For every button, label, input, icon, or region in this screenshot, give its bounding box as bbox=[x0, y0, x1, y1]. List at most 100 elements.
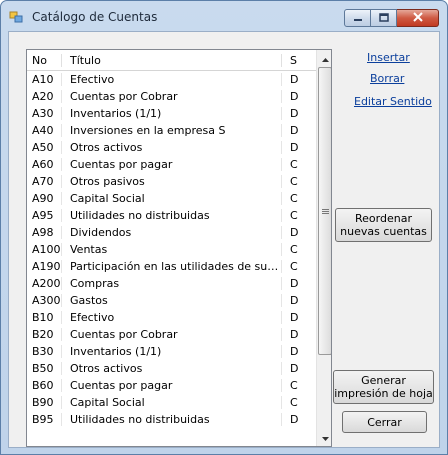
cell-account-no: A10 bbox=[32, 73, 54, 86]
scroll-up-button[interactable] bbox=[317, 50, 331, 67]
cell-account-title: Cuentas por pagar bbox=[61, 379, 281, 392]
cell-account-no: B50 bbox=[32, 362, 54, 375]
reorder-label-line2: nuevas cuentas bbox=[340, 225, 427, 238]
table-row[interactable]: A70 Otros pasivos C bbox=[27, 173, 316, 190]
generate-print-button[interactable]: Generar impresión de hoja bbox=[333, 370, 434, 404]
table-row[interactable]: B95 Utilidades no distribuidas D bbox=[27, 411, 316, 428]
cell-account-no: A300 bbox=[32, 294, 61, 307]
chevron-up-icon bbox=[321, 52, 329, 65]
vertical-scrollbar[interactable] bbox=[316, 50, 331, 446]
minimize-button[interactable] bbox=[344, 9, 371, 27]
cell-account-no: A50 bbox=[32, 141, 54, 154]
table-row[interactable]: B30 Inventarios (1/1) D bbox=[27, 343, 316, 360]
scroll-down-button[interactable] bbox=[317, 429, 331, 446]
table-row[interactable]: A50 Otros activos D bbox=[27, 139, 316, 156]
table-row[interactable]: A10 Efectivo D bbox=[27, 71, 316, 88]
table-row[interactable]: A190 Participación en las utilidades de s… bbox=[27, 258, 316, 275]
table-row[interactable]: A30 Inventarios (1/1) D bbox=[27, 105, 316, 122]
delete-link[interactable]: Borrar bbox=[370, 72, 404, 85]
cell-account-title: Efectivo bbox=[61, 73, 281, 86]
cell-account-sense: C bbox=[281, 260, 316, 273]
accounts-grid[interactable]: No Título S A10 Efectivo D A20 Cuentas por C… bbox=[26, 49, 332, 447]
cell-account-sense: D bbox=[281, 345, 316, 358]
scroll-thumb[interactable] bbox=[318, 67, 331, 355]
close-button[interactable]: Cerrar bbox=[342, 411, 427, 433]
cell-account-no: A90 bbox=[32, 192, 54, 205]
chevron-down-icon bbox=[321, 431, 329, 444]
cell-account-no: A95 bbox=[32, 209, 54, 222]
table-row[interactable]: B90 Capital Social C bbox=[27, 394, 316, 411]
maximize-icon bbox=[378, 12, 389, 25]
cell-account-sense: D bbox=[281, 362, 316, 375]
column-header-title[interactable]: Título bbox=[61, 53, 281, 67]
cell-account-sense: C bbox=[281, 243, 316, 256]
cell-account-no: A100 bbox=[32, 243, 61, 256]
table-row[interactable]: A300 Gastos D bbox=[27, 292, 316, 309]
reorder-accounts-button[interactable]: Reordenar nuevas cuentas bbox=[335, 208, 432, 242]
title-bar[interactable]: Catálogo de Cuentas bbox=[1, 1, 447, 31]
cell-account-title: Capital Social bbox=[61, 396, 281, 409]
cell-account-title: Dividendos bbox=[61, 226, 281, 239]
table-row[interactable]: A98 Dividendos D bbox=[27, 224, 316, 241]
cell-account-sense: D bbox=[281, 73, 316, 86]
cell-account-sense: D bbox=[281, 141, 316, 154]
table-row[interactable]: B50 Otros activos D bbox=[27, 360, 316, 377]
table-row[interactable]: A90 Capital Social C bbox=[27, 190, 316, 207]
cell-account-title: Cuentas por pagar bbox=[61, 158, 281, 171]
cell-account-title: Inventarios (1/1) bbox=[61, 345, 281, 358]
window-content: No Título S A10 Efectivo D A20 Cuentas por C… bbox=[8, 31, 440, 448]
reorder-label-line1: Reordenar bbox=[355, 212, 412, 225]
cell-account-no: A70 bbox=[32, 175, 54, 188]
cell-account-no: A40 bbox=[32, 124, 54, 137]
grip-icon bbox=[321, 205, 329, 218]
cell-account-no: B10 bbox=[32, 311, 54, 324]
cell-account-no: A20 bbox=[32, 90, 54, 103]
cell-account-title: Participación en las utilidades de subsi… bbox=[61, 260, 281, 273]
minimize-icon bbox=[353, 12, 363, 25]
cell-account-no: B95 bbox=[32, 413, 54, 426]
cell-account-sense: C bbox=[281, 209, 316, 222]
cell-account-sense: C bbox=[281, 192, 316, 205]
table-row[interactable]: A100 Ventas C bbox=[27, 241, 316, 258]
table-row[interactable]: A40 Inversiones en la empresa SD bbox=[27, 122, 316, 139]
cell-account-sense: D bbox=[281, 90, 316, 103]
cell-account-sense: D bbox=[281, 277, 316, 290]
cell-account-sense: D bbox=[281, 311, 316, 324]
grid-header: No Título S bbox=[27, 50, 316, 71]
app-icon bbox=[9, 10, 23, 24]
cell-account-no: A30 bbox=[32, 107, 54, 120]
cell-account-title: Cuentas por Cobrar bbox=[61, 90, 281, 103]
maximize-button[interactable] bbox=[371, 9, 397, 27]
column-header-s[interactable]: S bbox=[281, 53, 316, 67]
column-header-no[interactable]: No bbox=[27, 54, 61, 67]
cell-account-sense: D bbox=[281, 107, 316, 120]
cell-account-title: Utilidades no distribuidas bbox=[61, 413, 281, 426]
cell-account-sense: D bbox=[281, 413, 316, 426]
table-row[interactable]: A20 Cuentas por Cobrar D bbox=[27, 88, 316, 105]
cell-account-no: A60 bbox=[32, 158, 54, 171]
cell-account-no: A98 bbox=[32, 226, 54, 239]
cell-account-title: Otros activos bbox=[61, 141, 281, 154]
cell-account-no: B20 bbox=[32, 328, 54, 341]
table-row[interactable]: B60 Cuentas por pagar C bbox=[27, 377, 316, 394]
cell-account-title: Efectivo bbox=[61, 311, 281, 324]
close-window-button[interactable] bbox=[397, 9, 439, 27]
edit-sense-link[interactable]: Editar Sentido bbox=[354, 95, 432, 108]
insert-link[interactable]: Insertar bbox=[367, 51, 410, 64]
cell-account-no: A190 bbox=[32, 260, 61, 273]
cell-account-sense: C bbox=[281, 175, 316, 188]
cell-account-sense: D bbox=[281, 226, 316, 239]
cell-account-title: Compras bbox=[61, 277, 281, 290]
cell-account-title: Gastos bbox=[61, 294, 281, 307]
table-row[interactable]: B20 Cuentas por Cobrar D bbox=[27, 326, 316, 343]
table-row[interactable]: B10 Efectivo D bbox=[27, 309, 316, 326]
cell-account-title: Inventarios (1/1) bbox=[61, 107, 281, 120]
table-row[interactable]: A95 Utilidades no distribuidas C bbox=[27, 207, 316, 224]
table-row[interactable]: A200 Compras D bbox=[27, 275, 316, 292]
cell-account-title: Inversiones en la empresa S bbox=[61, 124, 281, 137]
cell-account-no: B60 bbox=[32, 379, 54, 392]
cell-account-sense: C bbox=[281, 396, 316, 409]
cell-account-title: Ventas bbox=[61, 243, 281, 256]
table-row[interactable]: A60 Cuentas por pagar C bbox=[27, 156, 316, 173]
cell-account-title: Otros pasivos bbox=[61, 175, 281, 188]
